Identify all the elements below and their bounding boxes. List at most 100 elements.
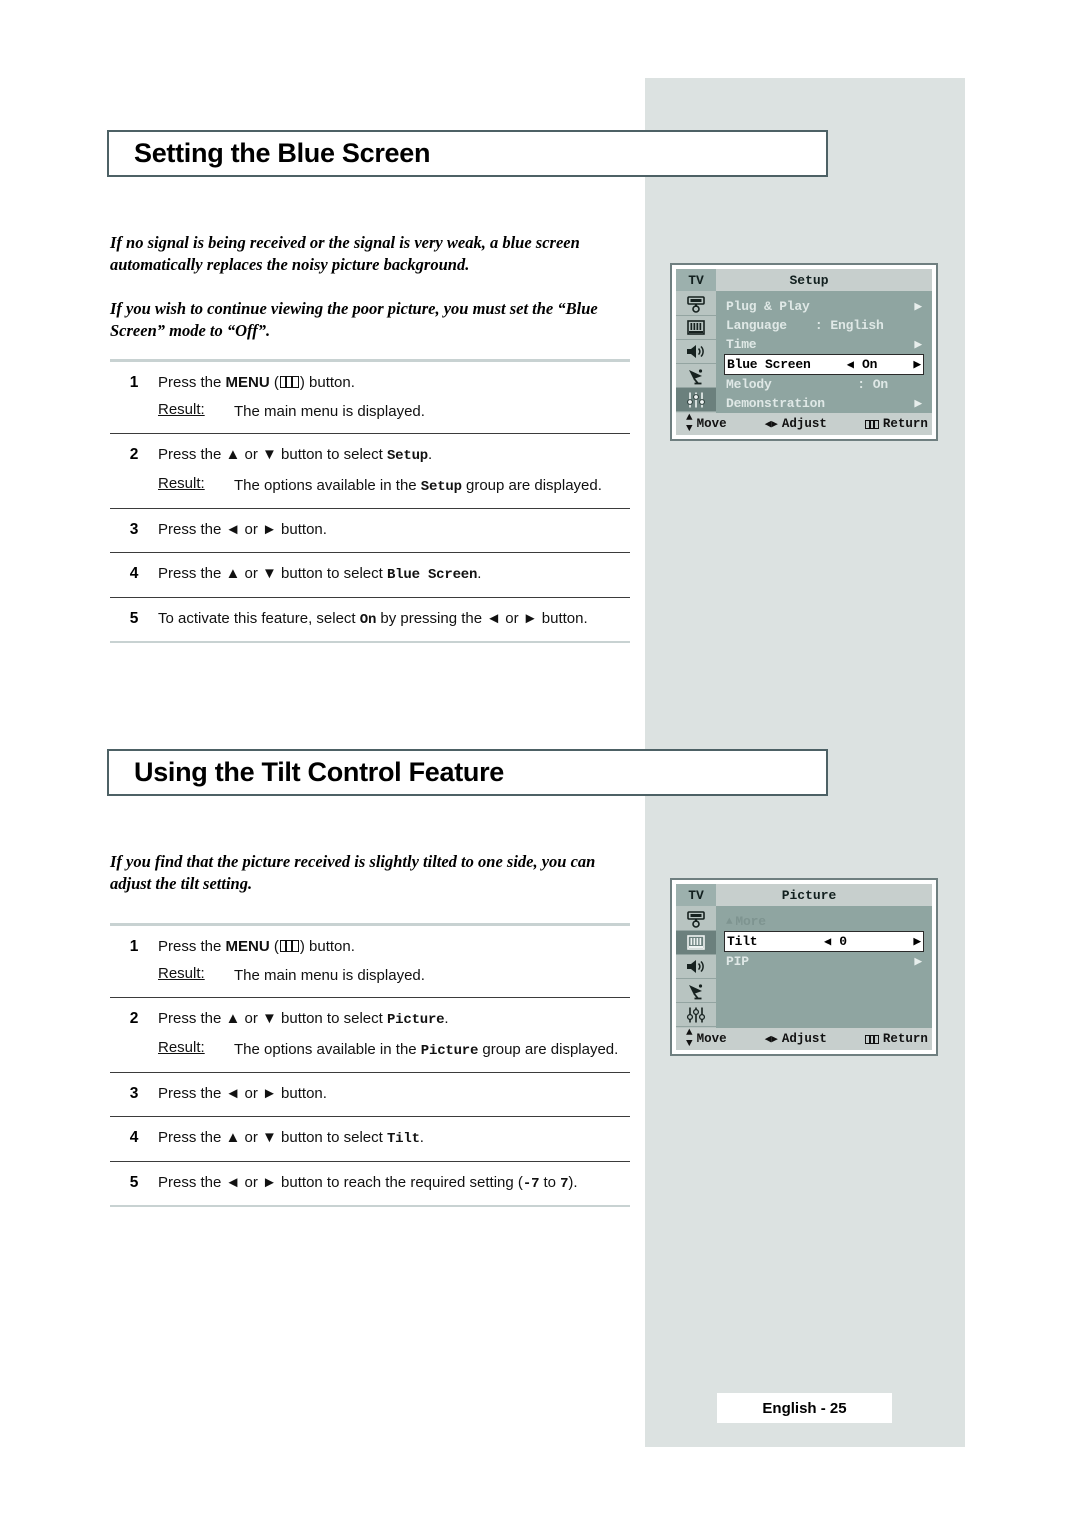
chevron-left-icon[interactable]: ◀: [824, 934, 831, 949]
step-text-post: .: [444, 1010, 449, 1028]
osd-row-value: 0: [839, 934, 847, 949]
step-row: 1 Press the MENU () button. Result: The …: [110, 362, 630, 435]
osd-row-time[interactable]: Time ▶: [724, 335, 924, 354]
osd-row-label: Plug & Play: [726, 299, 810, 314]
osd-row-more[interactable]: ▲ More: [724, 912, 924, 931]
step-text-mid: to: [539, 1173, 561, 1191]
step-text-mono: Setup: [386, 448, 428, 465]
osd-footer: ▲ ▼ Move ◀▶ Adjust Return: [676, 413, 932, 435]
step-text: Press the ◄ or ► button.: [158, 520, 327, 538]
osd-row-label: More: [735, 914, 766, 929]
step-text-pre: Press the: [158, 374, 226, 391]
menu-icon: [864, 1034, 879, 1044]
osd-title: Picture: [781, 887, 837, 903]
result-label: Result:: [158, 965, 205, 983]
step-text-pre: Press the: [158, 938, 226, 955]
osd-row-value: On: [862, 357, 878, 372]
osd-row-language[interactable]: Language : English: [724, 316, 924, 335]
triangle-up-icon: ▲: [726, 915, 733, 928]
result-label: Result:: [158, 475, 205, 493]
osd-row-label: Tilt: [727, 934, 758, 949]
step-text-post: .: [427, 446, 433, 464]
result-text-post: group are displayed.: [478, 1041, 619, 1059]
up-down-arrow-icon: ▲ ▼: [686, 412, 693, 435]
step-number: 4: [129, 564, 139, 582]
osd-footer-return: Return: [864, 417, 928, 431]
osd-category-rail: [676, 906, 716, 1028]
speaker-icon[interactable]: [676, 340, 716, 364]
osd-row-label: Demonstration: [726, 396, 825, 411]
menu-icon: [864, 419, 879, 429]
step-text-pre: Press the ◄ or ► button to reach the req…: [158, 1173, 523, 1191]
steps-list-tilt: 1 Press the MENU () button. Result: The …: [110, 923, 630, 1208]
osd-row-label: Time: [726, 337, 757, 352]
osd-source-label: TV: [676, 269, 716, 291]
sliders-icon[interactable]: [676, 388, 716, 412]
osd-row-demonstration[interactable]: Demonstration ▶: [724, 394, 924, 413]
step-number: 1: [129, 938, 139, 955]
osd-menu-picture: TV Picture ▲ More Tilt ◀ 0 ▶ PIP ▶ ▲ ▼ M…: [670, 878, 938, 1056]
osd-row-value: On: [872, 377, 888, 392]
step-number: 4: [129, 1128, 139, 1146]
up-down-arrow-icon: ▲ ▼: [686, 1027, 693, 1050]
sliders-icon[interactable]: [676, 1003, 716, 1027]
step-text-pre: Press the ▲ or ▼ button to select: [158, 1010, 387, 1028]
chevron-right-icon[interactable]: ▶: [913, 357, 921, 372]
step-number: 3: [129, 520, 139, 538]
step-number: 5: [129, 609, 139, 627]
result-line: Result: The main menu is displayed.: [158, 965, 630, 987]
step-row: 3 Press the ◄ or ► button.: [110, 509, 630, 553]
plug-play-icon[interactable]: [676, 292, 716, 316]
osd-item-list: ▲ More Tilt ◀ 0 ▶ PIP ▶: [716, 906, 932, 1028]
chevron-left-icon[interactable]: ◀: [847, 357, 854, 372]
osd-row-plug-play[interactable]: Plug & Play ▶: [724, 297, 924, 316]
result-text: The main menu is displayed.: [234, 967, 425, 985]
menu-button-label: MENU: [225, 374, 270, 391]
step-text: Press the MENU () button.: [158, 374, 355, 391]
osd-row-separator: :: [814, 318, 823, 333]
page-title-blue-screen: Setting the Blue Screen: [134, 138, 431, 168]
osd-row-label: Blue Screen: [727, 357, 811, 372]
osd-row-melody[interactable]: Melody : On: [724, 375, 924, 394]
satellite-dish-icon[interactable]: [676, 979, 716, 1003]
osd-titlebar: TV Setup: [676, 269, 932, 291]
step-text-mono-min: -7: [522, 1175, 540, 1192]
intro-tilt: If you find that the picture received is…: [110, 851, 630, 917]
picture-bars-icon[interactable]: [676, 316, 716, 340]
step-number: 3: [129, 1084, 139, 1102]
intro-paragraph: If you find that the picture received is…: [110, 852, 596, 894]
section-header-tilt: Using the Tilt Control Feature: [107, 749, 828, 796]
osd-row-blue-screen[interactable]: Blue Screen ◀ On ▶: [724, 354, 924, 375]
result-line: Result: The main menu is displayed.: [158, 401, 630, 423]
osd-footer-adjust: ◀▶ Adjust: [765, 1032, 827, 1046]
chevron-right-icon[interactable]: ▶: [913, 934, 921, 949]
osd-row-pip[interactable]: PIP ▶: [724, 952, 924, 971]
plug-play-icon[interactable]: [676, 907, 716, 931]
menu-button-label: MENU: [225, 938, 270, 955]
step-number: 1: [129, 374, 139, 391]
step-text: Press the ▲ or ▼ button to select Blue S…: [158, 562, 630, 587]
osd-row-value: English: [830, 318, 884, 333]
osd-footer-adjust-label: Adjust: [781, 1032, 827, 1046]
speaker-icon[interactable]: [676, 955, 716, 979]
osd-footer-move: ▲ ▼ Move: [686, 413, 727, 435]
osd-title: Setup: [789, 272, 829, 288]
osd-row-label: Language: [726, 318, 787, 333]
result-text: The options available in the Setup group…: [234, 475, 602, 498]
chevron-right-icon: ▶: [914, 299, 922, 314]
menu-icon: [279, 376, 299, 388]
picture-bars-icon[interactable]: [676, 931, 716, 955]
chevron-right-icon: ▶: [914, 396, 922, 411]
step-text-post: ).: [568, 1173, 578, 1191]
result-text: The main menu is displayed.: [234, 403, 425, 421]
step-text-pre: To activate this feature, select: [158, 609, 360, 627]
satellite-dish-icon[interactable]: [676, 364, 716, 388]
step-text-mono: Blue Screen: [386, 566, 478, 583]
osd-row-tilt[interactable]: Tilt ◀ 0 ▶: [724, 931, 924, 952]
step-row: 4 Press the ▲ or ▼ button to select Blue…: [110, 553, 630, 598]
result-text-post: group are displayed.: [461, 477, 602, 495]
step-text: Press the ◄ or ► button.: [158, 1084, 327, 1102]
step-text-post: by pressing the ◄ or ► button.: [376, 609, 588, 627]
step-number: 5: [129, 1173, 139, 1191]
step-text: Press the ▲ or ▼ button to select Setup.: [158, 443, 630, 468]
